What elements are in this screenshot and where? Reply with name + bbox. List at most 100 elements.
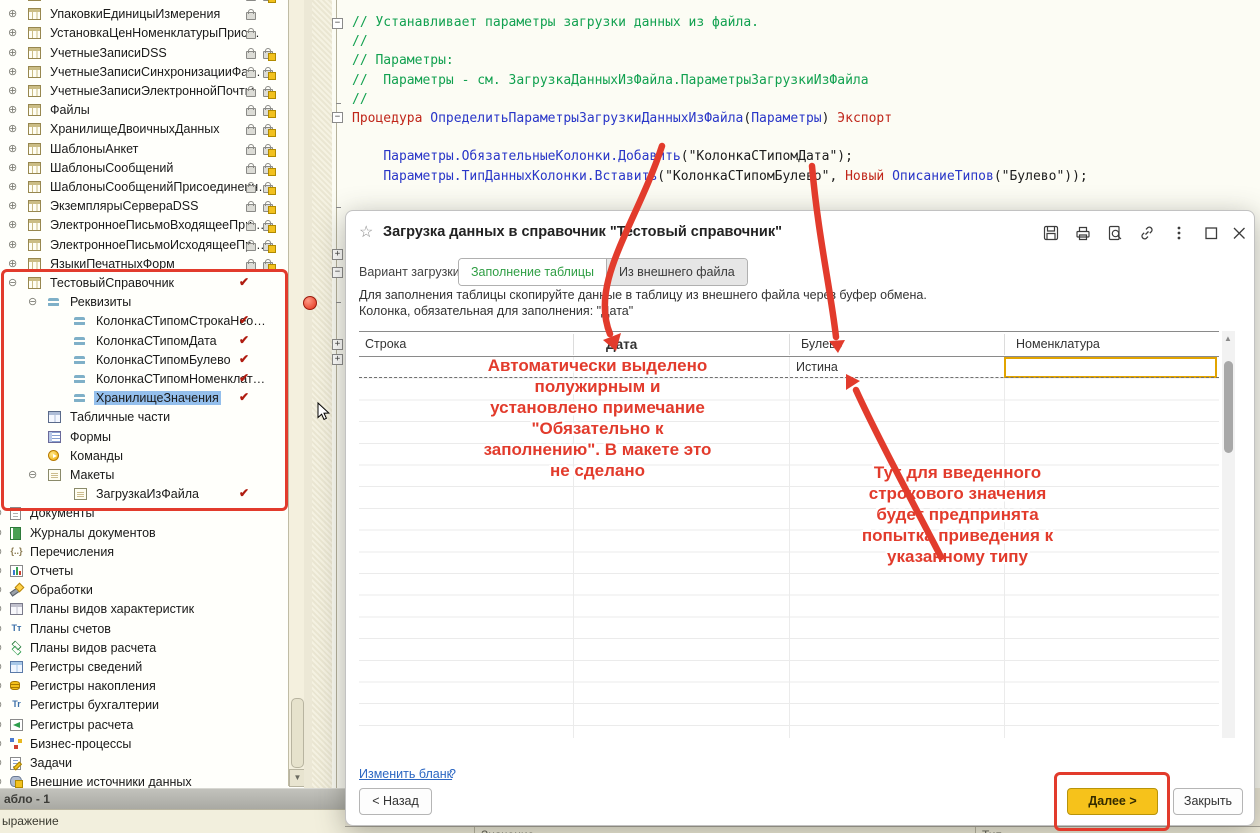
expand-icon[interactable]: ⊕ <box>8 180 17 193</box>
tree-item-ЭкземплярыСервераDSS[interactable]: ⊕ЭкземплярыСервераDSS <box>0 197 304 216</box>
breakpoint-icon[interactable] <box>303 296 317 310</box>
favorite-star-icon[interactable]: ☆ <box>359 222 373 242</box>
column-header[interactable]: Номенклатура <box>1016 337 1100 351</box>
expand-icon[interactable]: ⊕ <box>0 679 2 692</box>
tree-item-ШаблоныСообщений[interactable]: ⊕ШаблоныСообщений <box>0 159 304 178</box>
scrollbar-thumb[interactable] <box>291 698 304 768</box>
preview-icon[interactable] <box>1106 224 1124 242</box>
tree-scrollbar[interactable]: ▼ <box>288 0 305 786</box>
vertical-scrollbar[interactable]: ▲ <box>1222 331 1235 738</box>
expand-icon[interactable]: ⊕ <box>0 583 2 596</box>
fold-collapse-icon[interactable]: − <box>332 18 343 29</box>
tree-item-УчетныеЗаписиЭлектроннойПочты[interactable]: ⊕УчетныеЗаписиЭлектроннойПочты <box>0 82 304 101</box>
fold-collapse-icon[interactable]: − <box>332 267 343 278</box>
expand-icon[interactable]: ⊕ <box>8 7 17 20</box>
close-icon[interactable] <box>1230 224 1248 242</box>
expand-icon[interactable]: ⊕ <box>8 218 17 231</box>
expand-icon[interactable]: ⊕ <box>0 660 2 673</box>
tree-item-Файлы[interactable]: ⊕Файлы <box>0 101 304 120</box>
tree-item-ШаблоныСообщенийПрисоединенн…[interactable]: ⊕ШаблоныСообщенийПрисоединенн… <box>0 178 304 197</box>
tree-item-Реквизиты[interactable]: ⊖Реквизиты <box>0 293 304 312</box>
expand-icon[interactable]: ⊕ <box>8 84 17 97</box>
expand-icon[interactable]: ⊕ <box>8 46 17 59</box>
tree-item-УчетныеЗаписиDSS[interactable]: ⊕УчетныеЗаписиDSS <box>0 44 304 63</box>
table-body[interactable]: Истина <box>359 357 1219 738</box>
tree-item-Регистры накопления[interactable]: ⊕Регистры накопления <box>0 677 304 696</box>
tree-item-Планы видов расчета[interactable]: ⊕Планы видов расчета <box>0 639 304 658</box>
print-icon[interactable] <box>1074 224 1092 242</box>
expand-icon[interactable]: ⊕ <box>8 122 17 135</box>
expand-icon[interactable]: ⊕ <box>0 545 2 558</box>
expand-icon[interactable]: ⊕ <box>0 641 2 654</box>
selected-cell[interactable] <box>1004 357 1217 378</box>
scroll-down-icon[interactable]: ▼ <box>289 769 305 787</box>
back-button[interactable]: < Назад <box>359 788 432 815</box>
tree-item-Задачи[interactable]: ⊕Задачи <box>0 754 304 773</box>
collapse-icon[interactable]: ⊖ <box>28 468 37 481</box>
expand-icon[interactable]: ⊕ <box>0 756 2 769</box>
expand-icon[interactable]: ⊕ <box>8 161 17 174</box>
tree-item-Формы[interactable]: Формы <box>0 428 304 447</box>
maximize-icon[interactable] <box>1202 224 1220 242</box>
tab-from-file[interactable]: Из внешнего файла <box>606 259 747 285</box>
collapse-icon[interactable]: ⊖ <box>28 295 37 308</box>
tree-item-ЭлектронноеПисьмоВходящееПри…[interactable]: ⊕ЭлектронноеПисьмоВходящееПри… <box>0 216 304 235</box>
tree-item-Планы счетов[interactable]: ⊕ТтПланы счетов <box>0 620 304 639</box>
expand-icon[interactable]: ⊕ <box>8 238 17 251</box>
expand-icon[interactable]: ⊕ <box>8 65 17 78</box>
more-icon[interactable] <box>1170 224 1188 242</box>
tab-fill-table[interactable]: Заполнение таблицы <box>459 259 606 285</box>
column-header[interactable]: Строка <box>365 337 406 351</box>
tree-item-КолонкаСТипомСтрокаНео…[interactable]: КолонкаСТипомСтрокаНео…✔ <box>0 312 304 331</box>
tree-item-ЯзыкиПечатныхФорм[interactable]: ⊕ЯзыкиПечатныхФорм <box>0 255 304 274</box>
tree-item-КолонкаСТипомДата[interactable]: КолонкаСТипомДата✔ <box>0 332 304 351</box>
expand-icon[interactable]: ⊕ <box>0 718 2 731</box>
tree-item-ХранилищеДвоичныхДанных[interactable]: ⊕ХранилищеДвоичныхДанных <box>0 120 304 139</box>
edit-form-link[interactable]: Изменить бланк <box>359 767 452 781</box>
link-icon[interactable] <box>1138 224 1156 242</box>
tree-item-Регистры расчета[interactable]: ⊕Регистры расчета <box>0 716 304 735</box>
tree-item-ШаблоныАнкет[interactable]: ⊕ШаблоныАнкет <box>0 140 304 159</box>
expand-icon[interactable]: ⊕ <box>0 622 2 635</box>
expand-icon[interactable]: ⊕ <box>0 506 2 519</box>
expand-icon[interactable]: ⊕ <box>0 602 2 615</box>
tree-item-КолонкаСТипомБулево[interactable]: КолонкаСТипомБулево✔ <box>0 351 304 370</box>
tree-item-Макеты[interactable]: ⊖Макеты <box>0 466 304 485</box>
save-icon[interactable] <box>1042 224 1060 242</box>
tree-item-УчетныеЗаписиСинхронизацииФа…[interactable]: ⊕УчетныеЗаписиСинхронизацииФа… <box>0 63 304 82</box>
tree-item-Регистры сведений[interactable]: ⊕Регистры сведений <box>0 658 304 677</box>
fold-expand-icon[interactable]: + <box>332 249 343 260</box>
tree-item-УстановкаЦенНоменклатурыПрис…[interactable]: ⊕УстановкаЦенНоменклатурыПрис… <box>0 24 304 43</box>
tree-item-ЭлектронноеПисьмоИсходящееПр…[interactable]: ⊕ЭлектронноеПисьмоИсходящееПр… <box>0 236 304 255</box>
tree-item-ЗагрузкаИзФайла[interactable]: ЗагрузкаИзФайла✔ <box>0 485 304 504</box>
tree-item-Отчеты[interactable]: ⊕Отчеты <box>0 562 304 581</box>
expand-icon[interactable]: ⊕ <box>0 775 2 788</box>
close-button[interactable]: Закрыть <box>1173 788 1243 815</box>
expand-icon[interactable]: ⊕ <box>0 698 2 711</box>
expand-icon[interactable]: ⊕ <box>0 564 2 577</box>
expand-icon[interactable]: ⊕ <box>8 142 17 155</box>
breakpoint-margin[interactable] <box>312 0 332 788</box>
tree-item-Планы видов характеристик[interactable]: ⊕Планы видов характеристик <box>0 600 304 619</box>
tablo-panel-header[interactable]: абло - 1 <box>0 788 345 809</box>
expand-icon[interactable]: ⊕ <box>0 526 2 539</box>
expand-icon[interactable]: ⊕ <box>8 199 17 212</box>
fold-expand-icon[interactable]: + <box>332 339 343 350</box>
table-cell-value[interactable]: Истина <box>796 360 838 374</box>
fold-expand-icon[interactable]: + <box>332 354 343 365</box>
tree-item-КолонкаСТипомНоменклат…[interactable]: КолонкаСТипомНоменклат…✔ <box>0 370 304 389</box>
tree-item-Журналы документов[interactable]: ⊕Журналы документов <box>0 524 304 543</box>
next-button[interactable]: Далее > <box>1067 788 1158 815</box>
tree-item-Документы[interactable]: ⊕Документы <box>0 504 304 523</box>
expand-icon[interactable]: ⊕ <box>8 103 17 116</box>
tree-item-ТестовыйСправочник[interactable]: ⊖ТестовыйСправочник✔ <box>0 274 304 293</box>
column-header[interactable]: Булево <box>801 337 843 351</box>
metadata-tree-panel[interactable]: ⊕УпаковкиЕдиницыИзмерения⊕УстановкаЦенНо… <box>0 0 305 788</box>
column-header[interactable]: Дата <box>606 337 637 352</box>
tree-item-Регистры бухгалтерии[interactable]: ⊕TrРегистры бухгалтерии <box>0 696 304 715</box>
help-link[interactable]: ? <box>449 767 456 781</box>
tree-item-Бизнес-процессы[interactable]: ⊕Бизнес-процессы <box>0 735 304 754</box>
tree-item-Внешние источники данных[interactable]: ⊕Внешние источники данных <box>0 773 304 788</box>
tree-item-Перечисления[interactable]: ⊕{..}Перечисления <box>0 543 304 562</box>
tree-item-Обработки[interactable]: ⊕Обработки <box>0 581 304 600</box>
